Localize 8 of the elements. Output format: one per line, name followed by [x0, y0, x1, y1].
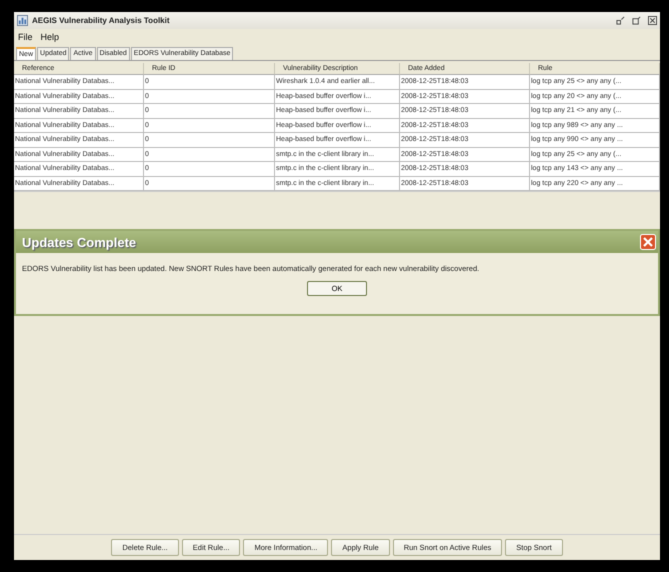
menu-item[interactable]: Help: [40, 32, 60, 42]
close-icon[interactable]: [648, 16, 657, 25]
maximize-icon[interactable]: [632, 16, 641, 25]
window-title: AEGIS Vulnerability Analysis Toolkit: [32, 16, 170, 25]
minimize-icon[interactable]: [616, 16, 625, 25]
app-icon: [17, 15, 28, 26]
dialog-title: Updates Complete: [22, 234, 136, 250]
menu-item[interactable]: File: [18, 32, 33, 42]
